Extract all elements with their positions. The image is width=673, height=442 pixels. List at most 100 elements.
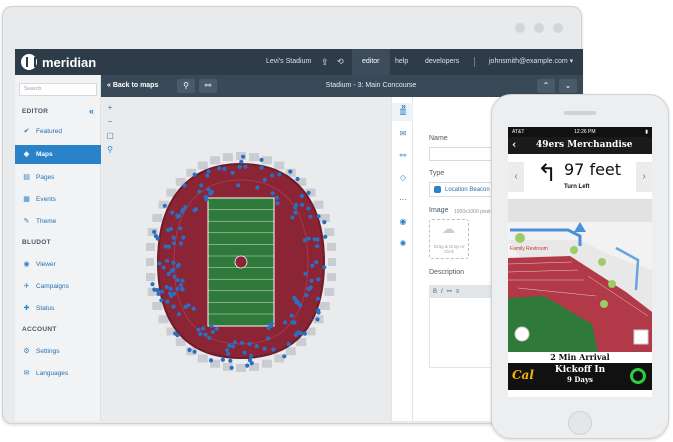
beacon-marker[interactable] <box>175 277 180 283</box>
sidebar-item-viewer[interactable]: ◉ Viewer <box>15 255 101 274</box>
share-icon[interactable]: ⇪ <box>321 49 329 75</box>
beacon-marker[interactable] <box>288 169 293 174</box>
phone-map[interactable]: Family Restroom <box>508 200 652 352</box>
window-dot[interactable] <box>553 23 563 33</box>
beacon-marker[interactable] <box>209 189 214 195</box>
beacon-marker[interactable] <box>163 244 168 249</box>
beacon-marker[interactable] <box>295 176 300 182</box>
beacon-marker[interactable] <box>159 298 164 303</box>
link-icon[interactable]: ⚯ <box>447 288 452 295</box>
beacon-marker[interactable] <box>316 308 321 313</box>
sidebar-item-theme[interactable]: ✎ Theme <box>15 212 101 231</box>
sidebar-item-settings[interactable]: ⚙ Settings <box>15 342 101 361</box>
back-to-maps-link[interactable]: « Back to maps <box>107 75 158 97</box>
beacon-marker[interactable] <box>191 306 196 311</box>
window-dot[interactable] <box>534 23 544 33</box>
sidebar-item-languages[interactable]: ✉ Languages <box>15 364 101 383</box>
beacon-marker[interactable] <box>248 353 254 358</box>
beacon-marker[interactable] <box>171 241 176 246</box>
beacon-marker[interactable] <box>241 154 246 159</box>
home-button[interactable] <box>568 411 592 435</box>
beacon-marker[interactable] <box>175 333 180 338</box>
beacon-marker[interactable] <box>306 190 311 195</box>
beacon-marker[interactable] <box>274 195 279 200</box>
previous-step-button[interactable]: ‹ <box>508 162 524 192</box>
beacon-marker[interactable] <box>245 363 250 368</box>
beacon-marker[interactable] <box>316 214 321 219</box>
sidebar-item-pages[interactable]: ▤ Pages <box>15 168 101 187</box>
beacon-marker[interactable] <box>206 187 211 192</box>
beacon-marker[interactable] <box>259 157 264 162</box>
beacon-marker[interactable] <box>315 244 320 249</box>
beacon-marker[interactable] <box>172 274 177 279</box>
map-canvas[interactable]: + − ▢ ⚲ <box>101 97 391 421</box>
expand-panel-icon[interactable]: » <box>401 101 406 111</box>
beacon-marker[interactable] <box>290 320 295 325</box>
refresh-icon[interactable]: ⟲ <box>337 49 344 75</box>
beacon-marker[interactable] <box>182 183 187 188</box>
beacon-marker[interactable] <box>306 206 311 211</box>
beacon-marker[interactable] <box>159 289 165 294</box>
collapse-sidebar-icon[interactable]: « <box>89 106 94 116</box>
tab-developers[interactable]: developers <box>425 49 459 75</box>
beacon-marker[interactable] <box>205 173 210 178</box>
stadium-map[interactable] <box>146 152 336 372</box>
beacon-marker[interactable] <box>187 347 192 353</box>
beacon-marker[interactable] <box>247 341 252 347</box>
beacon-marker[interactable] <box>199 183 204 188</box>
beacon-marker[interactable] <box>169 268 174 273</box>
message-icon[interactable]: ✉ <box>392 125 414 143</box>
sidebar-item-featured[interactable]: ✔ Featured <box>15 122 101 141</box>
window-dot[interactable] <box>515 23 525 33</box>
more-icon[interactable]: ⋯ <box>392 191 414 209</box>
beacon-marker[interactable] <box>162 203 167 208</box>
beacon-marker[interactable] <box>161 265 166 270</box>
poi-marker-icon[interactable] <box>598 258 606 266</box>
beacon-marker[interactable] <box>314 260 319 265</box>
beacon-marker[interactable] <box>171 260 176 265</box>
beacon-marker[interactable] <box>303 271 308 276</box>
sidebar-item-status[interactable]: ✚ Status <box>15 299 101 318</box>
beacon-marker[interactable] <box>237 164 242 170</box>
beacon-marker[interactable] <box>247 358 252 363</box>
sidebar-item-events[interactable]: ▦ Events <box>15 190 101 209</box>
beacon-marker[interactable] <box>315 237 320 242</box>
beacon-marker[interactable] <box>180 278 185 283</box>
beacon-marker[interactable] <box>266 336 271 341</box>
list-icon[interactable]: ≡ <box>456 289 460 295</box>
beacon-marker[interactable] <box>217 166 222 171</box>
beacon-marker[interactable] <box>275 201 280 206</box>
beacon-marker[interactable] <box>236 183 241 188</box>
beacon-marker[interactable] <box>315 317 320 322</box>
beacon-marker[interactable] <box>166 271 171 277</box>
beacon-marker[interactable] <box>203 332 208 337</box>
chevron-down-icon[interactable]: ⌄ <box>559 79 577 93</box>
beacon-marker[interactable] <box>209 323 214 328</box>
tab-help[interactable]: help <box>395 49 408 75</box>
beacon-marker[interactable] <box>180 287 185 292</box>
beacon-marker[interactable] <box>315 296 321 301</box>
beacon-marker[interactable] <box>299 193 304 199</box>
italic-icon[interactable]: I <box>441 289 443 295</box>
beacon-marker[interactable] <box>206 169 211 174</box>
image-dropzone[interactable]: Drag & Drop or Click <box>429 219 469 259</box>
brand-logo[interactable]: meridian <box>21 53 96 71</box>
beacon-marker[interactable] <box>308 214 313 219</box>
beacon-marker[interactable] <box>222 166 227 172</box>
beacon-marker[interactable] <box>178 226 183 231</box>
beacon-marker[interactable] <box>300 202 305 207</box>
beacon-marker[interactable] <box>232 340 238 345</box>
beacon-marker[interactable] <box>192 172 197 177</box>
pin-tool-icon[interactable]: ⚲ <box>105 145 115 159</box>
beacon-marker[interactable] <box>239 159 244 164</box>
next-step-button[interactable]: › <box>636 162 652 192</box>
beacon-marker[interactable] <box>310 263 315 268</box>
beacon-marker[interactable] <box>271 347 276 352</box>
beacon-marker[interactable] <box>228 358 233 363</box>
beacon-marker[interactable] <box>230 170 235 175</box>
beacon-marker[interactable] <box>197 189 202 194</box>
poi-marker-icon[interactable] <box>600 300 608 308</box>
beacon-marker[interactable] <box>171 235 176 240</box>
beacon-marker[interactable] <box>201 326 206 331</box>
sun-icon[interactable]: ✺ <box>392 235 414 253</box>
